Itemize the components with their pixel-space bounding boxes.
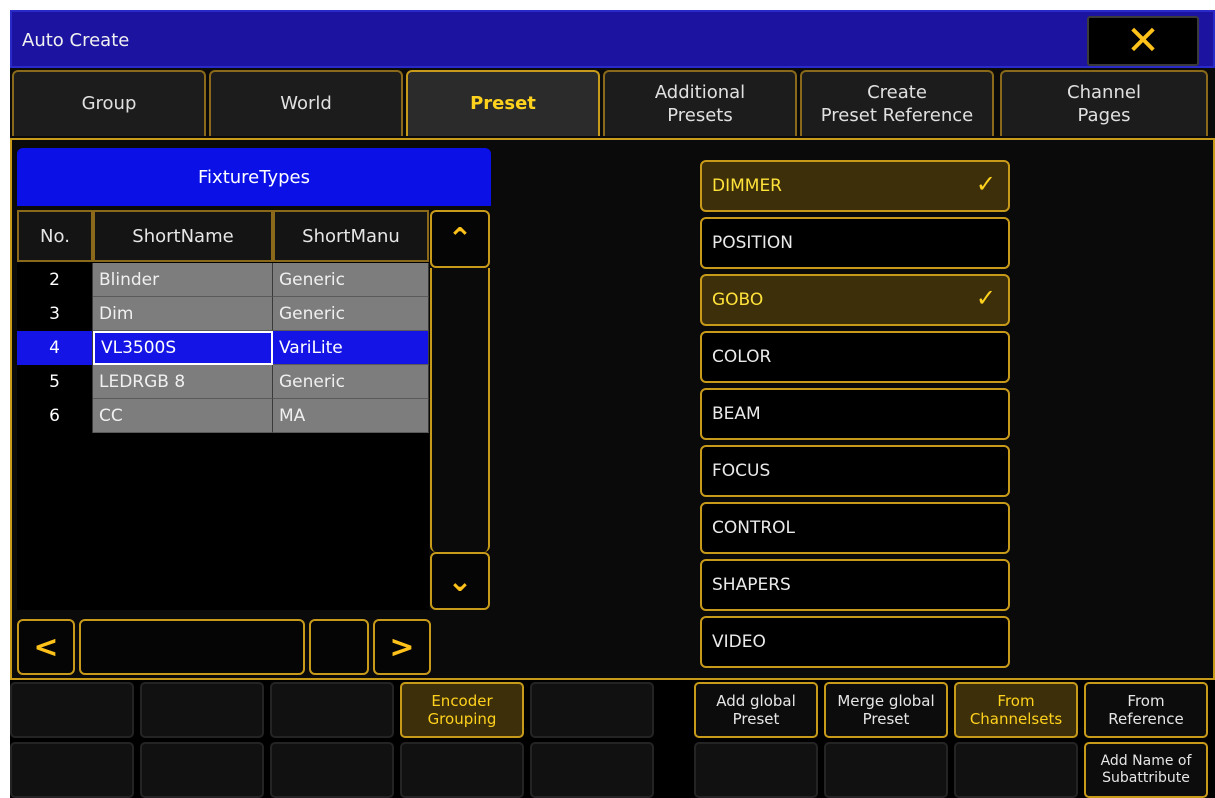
scroll-left-button[interactable]: <: [17, 619, 75, 675]
title-bar: Auto Create ✕: [10, 10, 1215, 68]
empty-button[interactable]: [10, 682, 134, 738]
empty-button[interactable]: [824, 742, 948, 798]
table-row[interactable]: 2 Blinder Generic: [17, 263, 429, 297]
attribute-focus-button[interactable]: FOCUS: [700, 445, 1010, 497]
empty-button[interactable]: [270, 742, 394, 798]
horizontal-scroll-spacer[interactable]: [309, 619, 369, 675]
chevron-up-icon: ⌃: [447, 221, 473, 257]
cell-shortmanu[interactable]: MA: [273, 399, 429, 433]
horizontal-scroll-track[interactable]: [79, 619, 305, 675]
add-global-preset-button[interactable]: Add global Preset: [694, 682, 818, 738]
cell-shortname[interactable]: Dim: [93, 297, 273, 331]
empty-button[interactable]: [10, 742, 134, 798]
cell-shortname[interactable]: VL3500S: [93, 331, 273, 365]
encoder-grouping-button[interactable]: Encoder Grouping: [400, 682, 524, 738]
table-row[interactable]: 6 CC MA: [17, 399, 429, 433]
scroll-down-button[interactable]: ⌄: [430, 552, 490, 610]
cell-no: 4: [17, 331, 93, 365]
merge-global-preset-button[interactable]: Merge global Preset: [824, 682, 948, 738]
attribute-color-button[interactable]: COLOR: [700, 331, 1010, 383]
cell-no: 3: [17, 297, 93, 331]
empty-button[interactable]: [954, 742, 1078, 798]
tab-group[interactable]: Group: [12, 70, 206, 136]
cell-shortname[interactable]: Blinder: [93, 263, 273, 297]
tab-world[interactable]: World: [209, 70, 403, 136]
cell-no: 5: [17, 365, 93, 399]
fixture-types-header: FixtureTypes: [17, 148, 491, 206]
attribute-label: CONTROL: [712, 518, 796, 538]
chevron-down-icon: ⌄: [447, 563, 473, 599]
empty-button[interactable]: [270, 682, 394, 738]
empty-button[interactable]: [530, 682, 654, 738]
table-row[interactable]: 5 LEDRGB 8 Generic: [17, 365, 429, 399]
table-row[interactable]: 3 Dim Generic: [17, 297, 429, 331]
attribute-beam-button[interactable]: BEAM: [700, 388, 1010, 440]
from-reference-button[interactable]: From Reference: [1084, 682, 1208, 738]
attribute-label: SHAPERS: [712, 575, 791, 595]
attribute-control-button[interactable]: CONTROL: [700, 502, 1010, 554]
chevron-right-icon: >: [389, 629, 415, 665]
auto-create-window: Auto Create ✕ Group World Preset Additio…: [10, 10, 1215, 798]
cell-shortmanu[interactable]: Generic: [273, 297, 429, 331]
empty-button[interactable]: [694, 742, 818, 798]
column-header-shortmanu[interactable]: ShortManu: [273, 210, 429, 262]
cell-shortname[interactable]: CC: [93, 399, 273, 433]
checkmark-icon: ✓: [975, 284, 996, 312]
tab-channel-pages[interactable]: Channel Pages: [1000, 70, 1208, 136]
attribute-label: VIDEO: [712, 632, 766, 652]
chevron-left-icon: <: [33, 629, 59, 665]
cell-no: 2: [17, 263, 93, 297]
scroll-track[interactable]: [430, 268, 490, 552]
attribute-gobo-button[interactable]: GOBO ✓: [700, 274, 1010, 326]
vertical-scrollbar[interactable]: ⌃ ⌄: [430, 210, 490, 612]
attribute-shapers-button[interactable]: SHAPERS: [700, 559, 1010, 611]
main-panel: FixtureTypes No. ShortName ShortManu 2 B…: [10, 140, 1215, 680]
empty-button[interactable]: [140, 742, 264, 798]
horizontal-scrollbar[interactable]: < >: [17, 615, 491, 677]
empty-button[interactable]: [530, 742, 654, 798]
attribute-label: POSITION: [712, 233, 793, 253]
empty-button[interactable]: [400, 742, 524, 798]
window-title: Auto Create: [22, 30, 130, 51]
scroll-up-button[interactable]: ⌃: [430, 210, 490, 268]
column-header-no[interactable]: No.: [17, 210, 93, 262]
cell-shortmanu[interactable]: Generic: [273, 263, 429, 297]
from-channelsets-button[interactable]: From Channelsets: [954, 682, 1078, 738]
tab-bar: Group World Preset Additional Presets Cr…: [10, 68, 1215, 140]
fixture-types-table: No. ShortName ShortManu 2 Blinder Generi…: [17, 210, 429, 610]
close-icon: ✕: [1126, 18, 1160, 64]
column-header-shortname[interactable]: ShortName: [93, 210, 273, 262]
tab-create-preset-reference[interactable]: Create Preset Reference: [800, 70, 994, 136]
attribute-position-button[interactable]: POSITION: [700, 217, 1010, 269]
cell-no: 6: [17, 399, 93, 433]
table-header: No. ShortName ShortManu: [17, 210, 429, 262]
attribute-label: FOCUS: [712, 461, 771, 481]
tab-preset[interactable]: Preset: [406, 70, 600, 136]
empty-button[interactable]: [140, 682, 264, 738]
scroll-right-button[interactable]: >: [373, 619, 431, 675]
cell-shortmanu[interactable]: Generic: [273, 365, 429, 399]
table-row-selected[interactable]: 4 VL3500S VariLite: [17, 331, 429, 365]
attribute-label: GOBO: [712, 290, 764, 310]
attribute-label: BEAM: [712, 404, 761, 424]
attribute-label: DIMMER: [712, 176, 782, 196]
checkmark-icon: ✓: [975, 170, 996, 198]
attribute-video-button[interactable]: VIDEO: [700, 616, 1010, 668]
table-body: 2 Blinder Generic 3 Dim Generic 4 VL3500…: [17, 263, 429, 433]
tab-additional-presets[interactable]: Additional Presets: [603, 70, 797, 136]
cell-shortname[interactable]: LEDRGB 8: [93, 365, 273, 399]
attribute-label: COLOR: [712, 347, 772, 367]
add-name-of-subattribute-button[interactable]: Add Name of Subattribute: [1084, 742, 1208, 798]
cell-shortmanu[interactable]: VariLite: [273, 331, 429, 365]
close-button[interactable]: ✕: [1087, 16, 1199, 66]
attribute-dimmer-button[interactable]: DIMMER ✓: [700, 160, 1010, 212]
bottom-button-bar: Encoder Grouping Add global Preset Merge…: [10, 680, 1215, 798]
